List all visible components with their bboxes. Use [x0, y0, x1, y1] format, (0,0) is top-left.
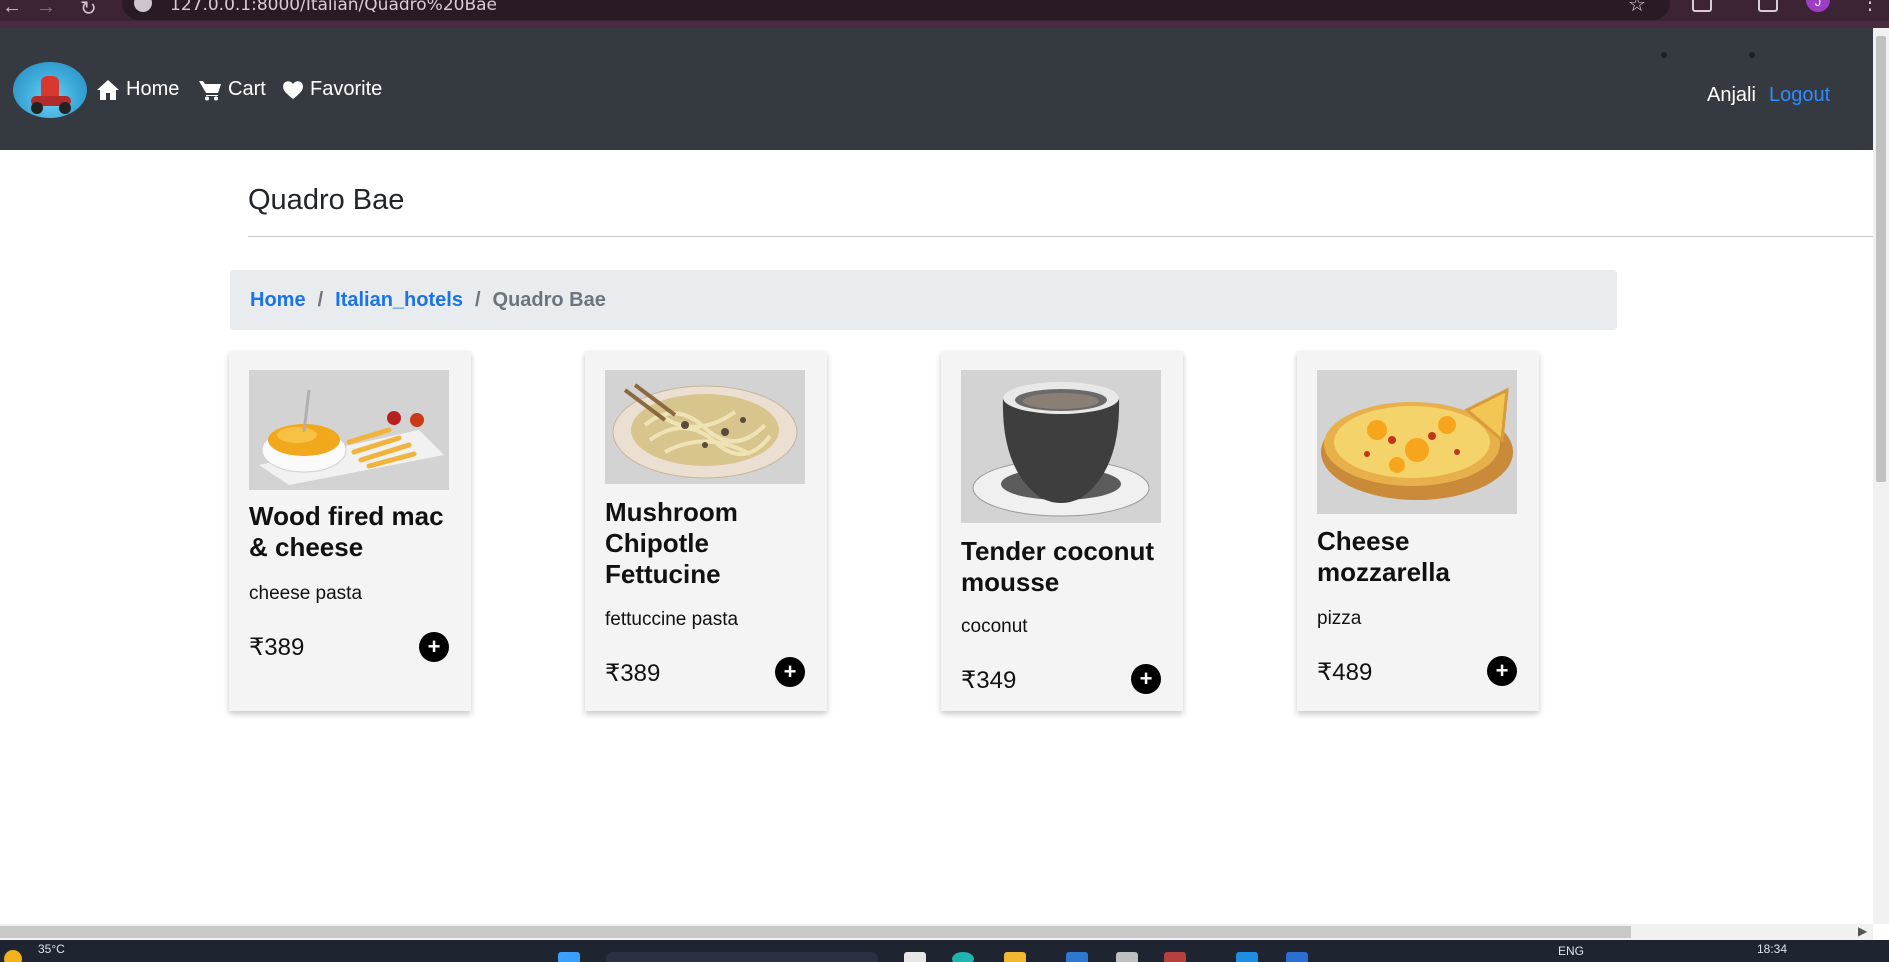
- store-icon[interactable]: [1066, 952, 1088, 962]
- logo-rider-shape: [41, 76, 59, 98]
- product-card: Wood fired mac & cheese cheese pasta ₹38…: [229, 351, 471, 711]
- product-name: Cheese mozzarella: [1317, 526, 1450, 587]
- address-url[interactable]: 127.0.0.1:8000/Italian/Quadro%20Bae: [170, 0, 497, 15]
- cart-icon: [199, 80, 221, 100]
- breadcrumb: Home / Italian_hotels / Quadro Bae: [230, 270, 1617, 330]
- breadcrumb-separator: /: [317, 288, 324, 311]
- coconut-mousse-image: [961, 370, 1161, 523]
- nav-cart-label: Cart: [228, 78, 266, 100]
- mac-and-cheese-image: [249, 370, 449, 490]
- nav-favorite-link[interactable]: Favorite: [282, 78, 382, 101]
- os-taskbar: [0, 940, 1889, 962]
- logo-wheel-shape: [59, 102, 71, 114]
- decorative-dot: [1749, 52, 1755, 58]
- app-icon[interactable]: [1286, 952, 1308, 962]
- language-indicator[interactable]: ENG: [1558, 944, 1584, 958]
- fettuccine-image: [605, 370, 805, 484]
- product-price: ₹389: [605, 660, 661, 687]
- product-price: ₹349: [961, 667, 1017, 694]
- breadcrumb-home[interactable]: Home: [250, 289, 306, 312]
- scroll-right-arrow-icon[interactable]: ▶: [1858, 924, 1867, 938]
- pizza-image: [1317, 370, 1517, 514]
- site-logo[interactable]: [13, 62, 87, 118]
- add-to-cart-button[interactable]: +: [1131, 664, 1161, 694]
- nav-home-link[interactable]: Home: [96, 78, 179, 101]
- reload-icon[interactable]: ↻: [80, 0, 97, 21]
- taskbar-search-box[interactable]: [606, 952, 878, 962]
- breadcrumb-current: Quadro Bae: [492, 288, 606, 311]
- vertical-scrollbar-thumb[interactable]: [1876, 36, 1886, 482]
- product-name: Tender coconut mousse: [961, 536, 1155, 597]
- nav-cart-link[interactable]: Cart: [198, 78, 266, 101]
- add-to-cart-button[interactable]: +: [1487, 656, 1517, 686]
- horizontal-scrollbar-thumb[interactable]: [0, 926, 1631, 938]
- home-icon: [97, 79, 119, 100]
- product-card: Tender coconut mousse coconut ₹349 +: [941, 351, 1183, 711]
- clock[interactable]: 18:34: [1757, 942, 1787, 956]
- file-explorer-icon[interactable]: [1004, 952, 1026, 962]
- taskview-icon[interactable]: [904, 952, 926, 962]
- site-navbar: Home Cart Favorite Anjali Logout: [0, 28, 1873, 150]
- vscode-icon[interactable]: [1236, 952, 1258, 962]
- profile-avatar[interactable]: J: [1806, 0, 1830, 12]
- decorative-dot: [1661, 52, 1667, 58]
- edge-icon[interactable]: [952, 952, 974, 962]
- back-icon[interactable]: ←: [2, 0, 22, 19]
- page-title: Quadro Bae: [248, 184, 405, 216]
- product-description: fettuccine pasta: [605, 609, 739, 630]
- add-to-cart-button[interactable]: +: [775, 657, 805, 687]
- product-price: ₹489: [1317, 659, 1373, 686]
- weather-temperature[interactable]: 35°C: [38, 942, 65, 956]
- logo-wheel-shape: [31, 102, 43, 114]
- extensions-icon[interactable]: [1692, 0, 1712, 12]
- nav-home-label: Home: [126, 78, 180, 100]
- breadcrumb-separator: /: [474, 288, 481, 311]
- product-name: Mushroom Chipotle Fettucine: [605, 497, 738, 589]
- browser-tab-strip: [0, 21, 1889, 28]
- weather-icon[interactable]: [4, 950, 22, 962]
- start-icon[interactable]: [558, 952, 580, 962]
- title-divider: [248, 236, 1873, 237]
- product-description: coconut: [961, 616, 1028, 637]
- bookmark-star-icon[interactable]: ☆: [1628, 0, 1646, 17]
- app-icon[interactable]: [1116, 952, 1138, 962]
- forward-icon[interactable]: →: [36, 0, 56, 19]
- user-name: Anjali: [1707, 84, 1756, 106]
- product-description: cheese pasta: [249, 583, 363, 604]
- add-to-cart-button[interactable]: +: [419, 632, 449, 662]
- product-description: pizza: [1317, 608, 1362, 629]
- chrome-icon[interactable]: [1164, 952, 1186, 962]
- product-card: Mushroom Chipotle Fettucine fettuccine p…: [585, 351, 827, 711]
- product-card: Cheese mozzarella pizza ₹489 +: [1297, 351, 1539, 711]
- heart-icon: [283, 80, 303, 99]
- nav-favorite-label: Favorite: [310, 78, 383, 100]
- breadcrumb-italian-hotels[interactable]: Italian_hotels: [335, 289, 463, 312]
- logout-link[interactable]: Logout: [1769, 84, 1830, 107]
- product-name: Wood fired mac & cheese: [249, 501, 444, 562]
- product-price: ₹389: [249, 634, 305, 661]
- side-panel-icon[interactable]: [1758, 0, 1778, 12]
- browser-menu-icon[interactable]: ⋮: [1860, 0, 1880, 15]
